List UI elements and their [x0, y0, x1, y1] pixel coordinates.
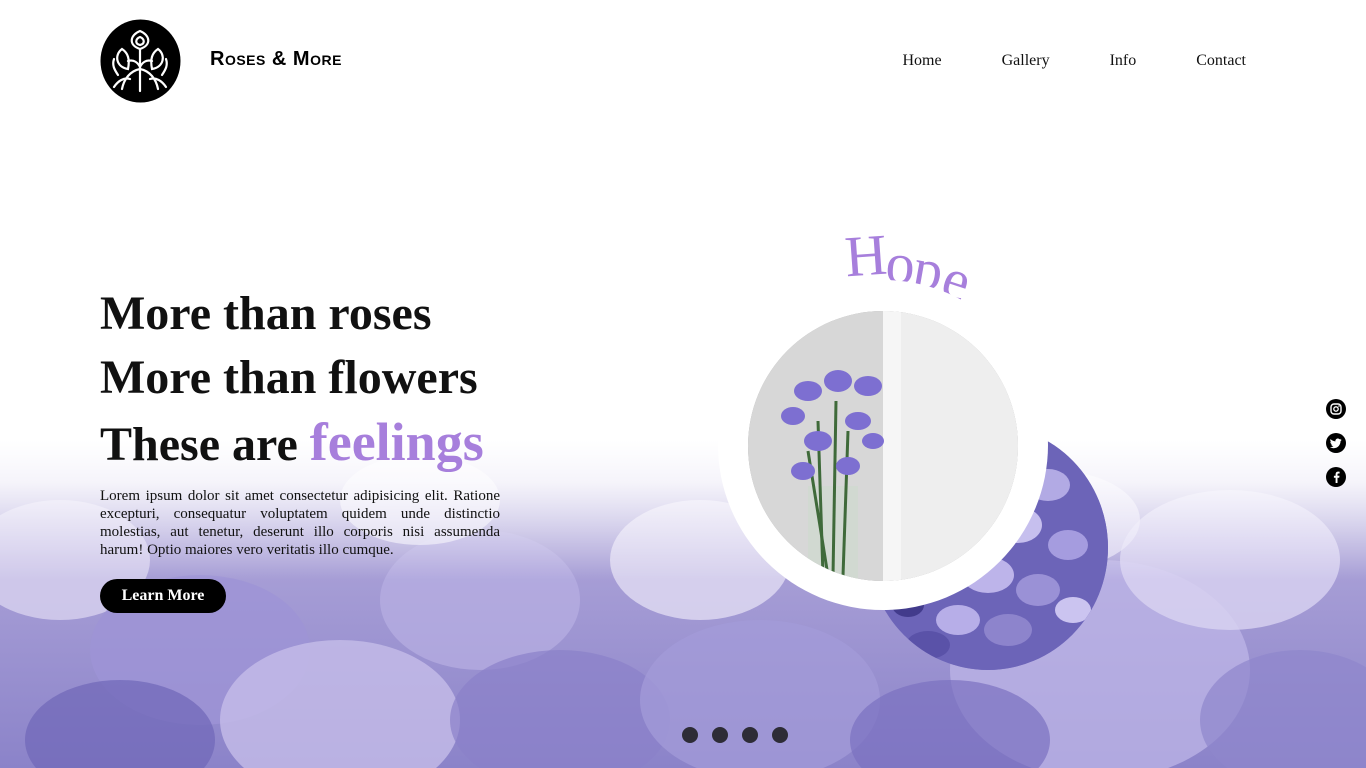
nav-gallery[interactable]: Gallery: [1002, 52, 1050, 70]
headline-line-1: More than roses: [100, 287, 432, 340]
headline-line-2: More than flowers: [100, 351, 478, 404]
slider-dots: [682, 727, 788, 743]
slider-dot-2[interactable]: [712, 727, 728, 743]
nav-home[interactable]: Home: [902, 52, 941, 70]
nav-contact[interactable]: Contact: [1196, 52, 1246, 70]
iris-vase-photo-circle: [748, 311, 1018, 581]
brand-name[interactable]: Roses & More: [210, 48, 342, 71]
twitter-icon[interactable]: [1326, 433, 1346, 453]
learn-more-button[interactable]: Learn More: [100, 579, 226, 613]
social-links: [1326, 399, 1346, 501]
slider-dot-3[interactable]: [742, 727, 758, 743]
slider-dot-4[interactable]: [772, 727, 788, 743]
nav-info[interactable]: Info: [1110, 52, 1137, 70]
hero-body-text: Lorem ipsum dolor sit amet consectetur a…: [100, 488, 500, 558]
instagram-icon[interactable]: [1326, 399, 1346, 419]
main-nav: Home Gallery Info Contact: [842, 52, 1246, 70]
hero-headline: More than roses More than flowers These …: [100, 282, 484, 477]
slider-dot-1[interactable]: [682, 727, 698, 743]
headline-accent-word: feelings: [309, 412, 484, 472]
logo-emblem[interactable]: [100, 19, 181, 103]
headline-line-3-prefix: These are: [100, 418, 310, 471]
facebook-icon[interactable]: [1326, 467, 1346, 487]
headline-line-3: These are feelings: [100, 410, 484, 477]
